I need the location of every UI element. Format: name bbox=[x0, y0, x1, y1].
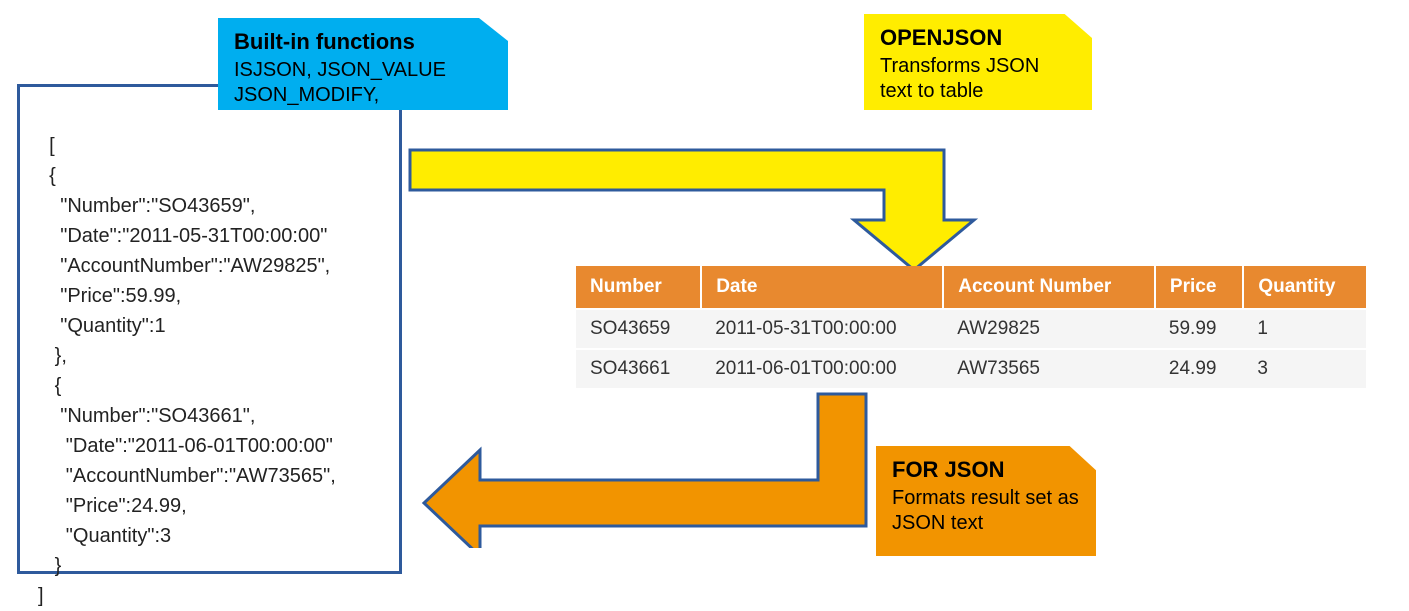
builtin-callout-line1: ISJSON, JSON_VALUE bbox=[234, 58, 492, 83]
cell-account: AW29825 bbox=[943, 309, 1155, 349]
openjson-arrow bbox=[404, 142, 1014, 272]
json-source-box: [ { "Number":"SO43659", "Date":"2011-05-… bbox=[17, 84, 402, 574]
result-table: Number Date Account Number Price Quantit… bbox=[576, 266, 1366, 388]
col-account: Account Number bbox=[943, 266, 1155, 309]
table-row: SO43659 2011-05-31T00:00:00 AW29825 59.9… bbox=[576, 309, 1366, 349]
openjson-callout: OPENJSON Transforms JSON text to table bbox=[864, 14, 1092, 110]
forjson-callout: FOR JSON Formats result set as JSON text bbox=[876, 446, 1096, 556]
openjson-callout-desc: Transforms JSON text to table bbox=[880, 54, 1076, 104]
cell-date: 2011-05-31T00:00:00 bbox=[701, 309, 943, 349]
cell-price: 24.99 bbox=[1155, 349, 1243, 388]
forjson-callout-desc: Formats result set as JSON text bbox=[892, 486, 1080, 536]
openjson-callout-title: OPENJSON bbox=[880, 24, 1076, 52]
col-number: Number bbox=[576, 266, 701, 309]
cell-price: 59.99 bbox=[1155, 309, 1243, 349]
table-header-row: Number Date Account Number Price Quantit… bbox=[576, 266, 1366, 309]
builtin-callout-title: Built-in functions bbox=[234, 28, 492, 56]
table-row: SO43661 2011-06-01T00:00:00 AW73565 24.9… bbox=[576, 349, 1366, 388]
cell-account: AW73565 bbox=[943, 349, 1155, 388]
cell-quantity: 1 bbox=[1243, 309, 1366, 349]
json-source-text: [ { "Number":"SO43659", "Date":"2011-05-… bbox=[38, 135, 336, 607]
cell-number: SO43661 bbox=[576, 349, 701, 388]
cell-date: 2011-06-01T00:00:00 bbox=[701, 349, 943, 388]
builtin-functions-callout: Built-in functions ISJSON, JSON_VALUE JS… bbox=[218, 18, 508, 110]
cell-quantity: 3 bbox=[1243, 349, 1366, 388]
col-date: Date bbox=[701, 266, 943, 309]
cell-number: SO43659 bbox=[576, 309, 701, 349]
forjson-arrow bbox=[418, 388, 888, 553]
col-quantity: Quantity bbox=[1243, 266, 1366, 309]
col-price: Price bbox=[1155, 266, 1243, 309]
forjson-callout-title: FOR JSON bbox=[892, 456, 1080, 484]
